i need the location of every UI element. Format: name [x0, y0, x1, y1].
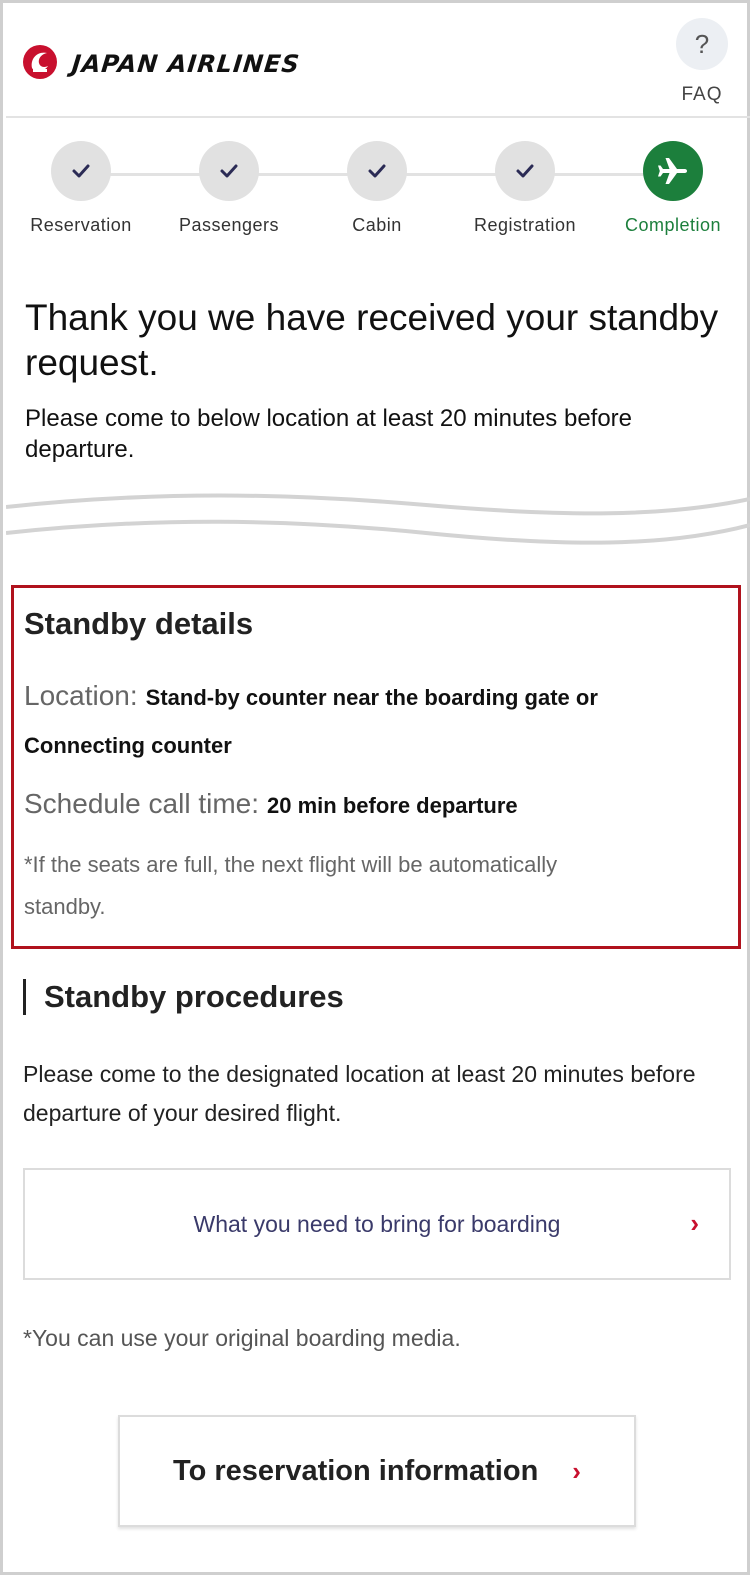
progress-stepper: Reservation Passengers Cabin Registratio… [6, 141, 750, 251]
brand-name: JAPAN AIRLINES [70, 50, 302, 78]
schedule-label: Schedule call time: [24, 788, 260, 819]
airplane-icon [643, 141, 703, 201]
step-cabin: Cabin [302, 141, 452, 236]
reservation-info-label: To reservation information [173, 1454, 539, 1487]
app-frame: JAPAN AIRLINES ? FAQ Reservation Passeng… [0, 0, 750, 1575]
check-icon [199, 141, 259, 201]
chevron-right-icon: › [572, 1455, 581, 1486]
check-icon [347, 141, 407, 201]
step-label: Passengers [178, 215, 280, 235]
step-completion: Completion [598, 141, 748, 236]
procedures-text: Please come to the designated location a… [23, 1061, 696, 1126]
check-icon [495, 141, 555, 201]
faq-button[interactable]: ? FAQ [672, 18, 732, 108]
location-row: Location: Stand-by counter near the board… [24, 672, 724, 770]
boarding-media-note: *You can use your original boarding medi… [23, 1325, 461, 1351]
step-passengers: Passengers [154, 141, 304, 236]
step-label: Cabin [352, 215, 402, 235]
page-title: Thank you we have received your standby … [25, 297, 719, 383]
standby-procedures-heading: Standby procedures [23, 979, 344, 1015]
step-registration: Registration [450, 141, 600, 236]
what-to-bring-label: What you need to bring for boarding [193, 1210, 561, 1237]
page-subtitle: Please come to below location at least 2… [25, 405, 633, 463]
help-icon: ? [676, 18, 728, 70]
location-label: Location: [24, 680, 138, 711]
schedule-value: 20 min before departure [267, 793, 518, 818]
jal-crane-logo-icon [23, 45, 57, 79]
standby-details-title: Standby details [24, 606, 254, 641]
check-icon [51, 141, 111, 201]
faq-label: FAQ [681, 84, 723, 105]
header: JAPAN AIRLINES ? FAQ [6, 6, 750, 118]
standby-details-box: Standby details Location: Stand-by counte… [11, 585, 741, 949]
what-to-bring-button[interactable]: What you need to bring for boarding › [23, 1168, 731, 1280]
step-label: Reservation [30, 215, 132, 235]
wave-divider [6, 493, 750, 545]
step-reservation: Reservation [6, 141, 156, 236]
reservation-info-button[interactable]: To reservation information › [118, 1415, 636, 1527]
chevron-right-icon: › [690, 1208, 699, 1238]
step-label: Registration [473, 215, 577, 235]
full-seats-note: *If the seats are full, the next flight … [24, 852, 558, 919]
schedule-row: Schedule call time: 20 min before departu… [24, 784, 518, 826]
step-label: Completion [624, 215, 722, 235]
